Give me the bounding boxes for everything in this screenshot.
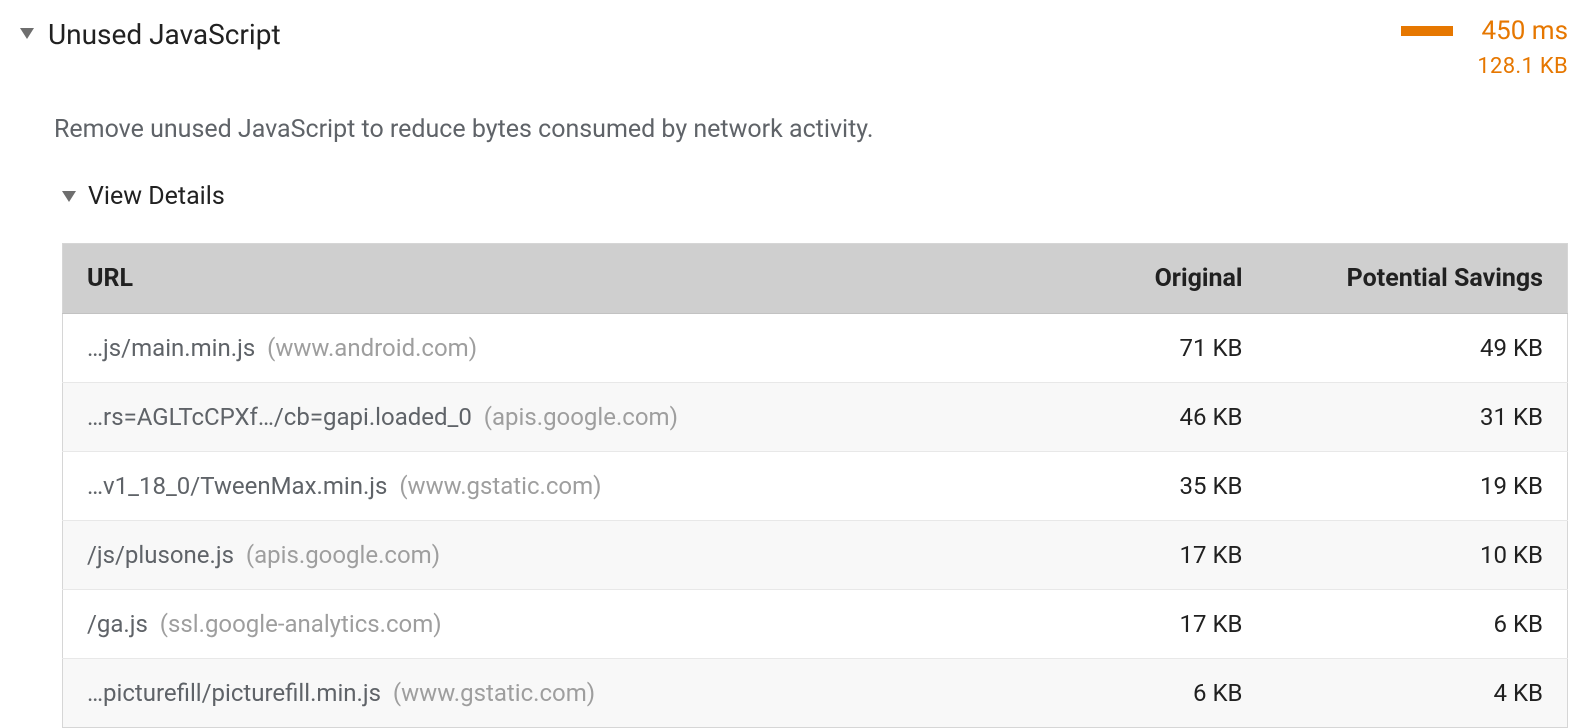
details-table-wrap: URL Original Potential Savings …js/main.… (62, 243, 1568, 728)
audit-panel: Unused JavaScript 450 ms 128.1 KB Remove… (0, 0, 1596, 728)
audit-metrics: 450 ms 128.1 KB (1401, 16, 1568, 79)
url-host: (www.gstatic.com) (393, 679, 595, 707)
cell-savings: 49 KB (1266, 314, 1567, 383)
cell-original: 35 KB (996, 452, 1267, 521)
chevron-down-icon (62, 191, 76, 202)
cell-url: /js/plusone.js (apis.google.com) (63, 521, 996, 590)
cell-original: 6 KB (996, 659, 1267, 728)
url-host: (apis.google.com) (484, 403, 678, 431)
url-host: (www.gstatic.com) (399, 472, 601, 500)
url-host: (ssl.google-analytics.com) (160, 610, 442, 638)
cell-savings: 19 KB (1266, 452, 1567, 521)
cell-savings: 10 KB (1266, 521, 1567, 590)
col-header-original: Original (996, 244, 1267, 314)
details-table: URL Original Potential Savings …js/main.… (62, 243, 1568, 728)
cell-url: …v1_18_0/TweenMax.min.js (www.gstatic.co… (63, 452, 996, 521)
col-header-url: URL (63, 244, 996, 314)
cell-url: …js/main.min.js (www.android.com) (63, 314, 996, 383)
url-path: …v1_18_0/TweenMax.min.js (87, 472, 387, 500)
table-row: …rs=AGLTcCPXf…/cb=gapi.loaded_0 (apis.go… (63, 383, 1568, 452)
cell-original: 71 KB (996, 314, 1267, 383)
table-row: …v1_18_0/TweenMax.min.js (www.gstatic.co… (63, 452, 1568, 521)
audit-title: Unused JavaScript (48, 16, 1387, 51)
cell-url: …rs=AGLTcCPXf…/cb=gapi.loaded_0 (apis.go… (63, 383, 996, 452)
url-host: (www.android.com) (267, 334, 477, 362)
col-header-savings: Potential Savings (1266, 244, 1567, 314)
audit-time-row: 450 ms (1401, 16, 1568, 46)
cell-savings: 6 KB (1266, 590, 1567, 659)
url-path: …js/main.min.js (87, 334, 255, 362)
url-path: …picturefill/picturefill.min.js (87, 679, 381, 707)
url-path: …rs=AGLTcCPXf…/cb=gapi.loaded_0 (87, 403, 472, 431)
cell-original: 17 KB (996, 590, 1267, 659)
collapse-toggle-icon[interactable] (20, 28, 34, 39)
audit-size: 128.1 KB (1477, 54, 1568, 79)
cell-original: 17 KB (996, 521, 1267, 590)
table-row: /js/plusone.js (apis.google.com)17 KB10 … (63, 521, 1568, 590)
audit-header: Unused JavaScript 450 ms 128.1 KB (20, 16, 1568, 79)
cell-url: /ga.js (ssl.google-analytics.com) (63, 590, 996, 659)
cell-savings: 4 KB (1266, 659, 1567, 728)
url-path: /js/plusone.js (87, 541, 234, 569)
view-details-label: View Details (88, 182, 225, 211)
url-host: (apis.google.com) (246, 541, 440, 569)
url-path: /ga.js (87, 610, 148, 638)
cell-savings: 31 KB (1266, 383, 1567, 452)
audit-time: 450 ms (1481, 16, 1568, 46)
table-row: /ga.js (ssl.google-analytics.com)17 KB6 … (63, 590, 1568, 659)
table-row: …js/main.min.js (www.android.com)71 KB49… (63, 314, 1568, 383)
severity-bar-icon (1401, 26, 1453, 36)
view-details-toggle[interactable]: View Details (62, 182, 1568, 211)
audit-description: Remove unused JavaScript to reduce bytes… (54, 115, 1568, 144)
table-header-row: URL Original Potential Savings (63, 244, 1568, 314)
cell-url: …picturefill/picturefill.min.js (www.gst… (63, 659, 996, 728)
table-row: …picturefill/picturefill.min.js (www.gst… (63, 659, 1568, 728)
cell-original: 46 KB (996, 383, 1267, 452)
